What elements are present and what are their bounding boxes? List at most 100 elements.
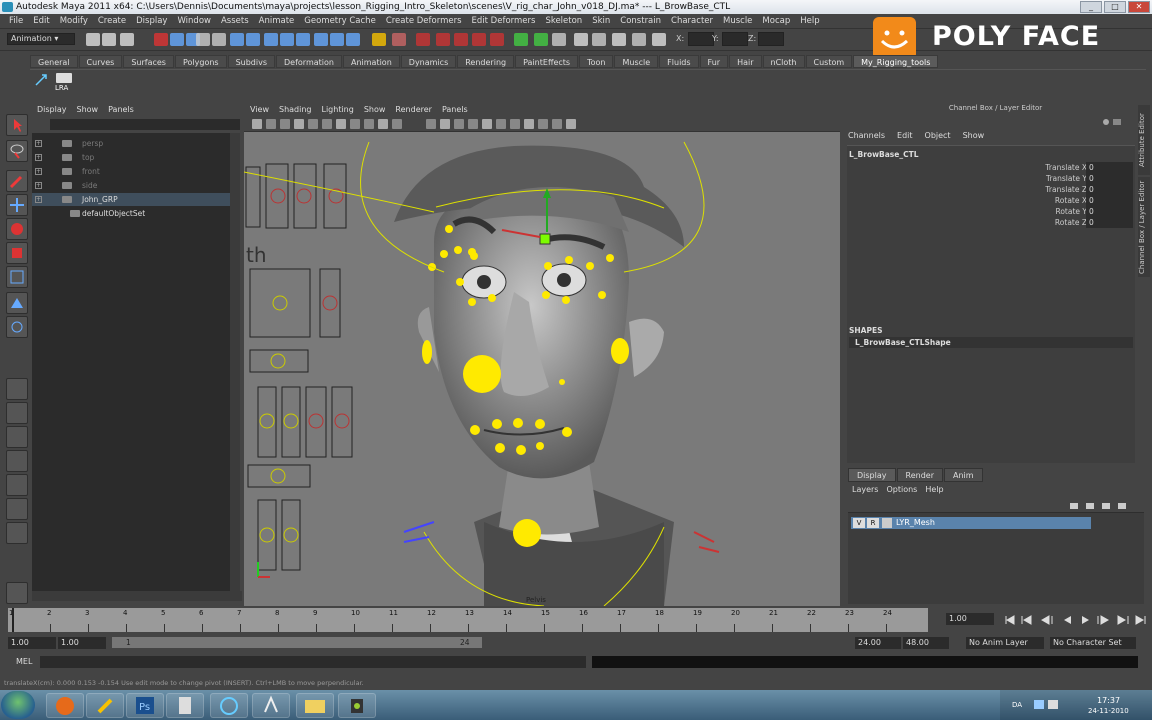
current-frame-field[interactable]: 1.00 — [946, 613, 994, 625]
expand-icon[interactable]: + — [35, 182, 42, 189]
cheek-control-left[interactable] — [422, 340, 432, 364]
menu-window[interactable]: Window — [172, 16, 216, 26]
status-tool-icon[interactable] — [330, 33, 344, 46]
status-tool-icon[interactable] — [552, 33, 566, 46]
menu-constrain[interactable]: Constrain — [615, 16, 666, 26]
shelf-tab-rendering[interactable]: Rendering — [457, 55, 515, 68]
shelf-tab-fur[interactable]: Fur — [699, 55, 729, 68]
status-tool-icon[interactable] — [246, 33, 260, 46]
viewport-tool-icon[interactable] — [440, 119, 450, 129]
status-tool-icon[interactable] — [472, 33, 486, 46]
tab-channel-box[interactable]: Channel Box / Layer Editor — [1138, 177, 1150, 277]
menu-display[interactable]: Display — [131, 16, 172, 26]
soft-mod-icon[interactable] — [6, 292, 28, 314]
cheek-control-right[interactable] — [611, 338, 629, 364]
clock-time[interactable]: 17:37 — [1097, 696, 1120, 705]
start-time-field[interactable]: 1.00 — [8, 637, 56, 649]
layer-tab-display[interactable]: Display — [848, 468, 896, 482]
viewport-tool-icon[interactable] — [378, 119, 388, 129]
layer-create-icons[interactable] — [1068, 500, 1128, 512]
outliner-item[interactable]: + John_GRP — [32, 193, 230, 206]
viewport-tool-icon[interactable] — [482, 119, 492, 129]
status-tool-icon[interactable] — [514, 33, 528, 46]
status-tool-icon[interactable] — [154, 33, 168, 46]
attribute-row[interactable]: Translate Y0 — [847, 173, 1135, 184]
minimize-button[interactable]: _ — [1080, 1, 1102, 13]
outliner-menu-panels[interactable]: Panels — [108, 103, 134, 116]
outliner-hscrollbar[interactable] — [32, 591, 242, 601]
menu-create-deformers[interactable]: Create Deformers — [381, 16, 467, 26]
shelf-tab-polygons[interactable]: Polygons — [174, 55, 227, 68]
shelf-tab-fluids[interactable]: Fluids — [659, 55, 699, 68]
status-tool-icon[interactable] — [574, 33, 588, 46]
shelf-tab-custom[interactable]: Custom — [805, 55, 853, 68]
tray-volume-icon[interactable] — [1048, 700, 1058, 709]
playback-end-field[interactable]: 24.00 — [855, 637, 901, 649]
time-slider[interactable]: 123456789101112131415161718192021222324 — [8, 608, 928, 632]
scale-tool-icon[interactable] — [6, 242, 28, 264]
maximize-button[interactable]: □ — [1104, 1, 1126, 13]
viewport-tool-icon[interactable] — [524, 119, 534, 129]
tab-attribute-editor[interactable]: Attribute Editor — [1138, 105, 1150, 175]
tablet-app-icon[interactable] — [166, 693, 204, 718]
outliner-filter-field[interactable] — [50, 119, 240, 130]
lra-icon[interactable] — [56, 73, 72, 83]
channel-menu-show[interactable]: Show — [963, 131, 985, 140]
menu-mocap[interactable]: Mocap — [757, 16, 795, 26]
x-field[interactable] — [688, 32, 714, 46]
layer-menu-options[interactable]: Options — [886, 485, 917, 494]
menu-geometry-cache[interactable]: Geometry Cache — [299, 16, 381, 26]
outliner-item[interactable]: + top — [32, 151, 230, 164]
outliner-menu-show[interactable]: Show — [77, 103, 99, 116]
menu-skin[interactable]: Skin — [587, 16, 615, 26]
layer-tab-anim[interactable]: Anim — [943, 468, 983, 482]
clock-date[interactable]: 24-11-2010 — [1088, 707, 1129, 715]
shelf-tab-dynamics[interactable]: Dynamics — [400, 55, 457, 68]
viewport-menu-view[interactable]: View — [250, 103, 269, 116]
attribute-row[interactable]: Rotate Z0 — [847, 217, 1135, 228]
viewport-tool-icon[interactable] — [496, 119, 506, 129]
outliner-item[interactable]: + front — [32, 165, 230, 178]
show-manip-icon[interactable] — [6, 316, 28, 338]
layer-row[interactable]: V R LYR_Mesh — [851, 517, 1091, 529]
range-slider[interactable]: 1 24 — [112, 637, 482, 648]
viewport-tool-icon[interactable] — [322, 119, 332, 129]
menu-modify[interactable]: Modify — [55, 16, 93, 26]
status-tool-icon[interactable] — [346, 33, 360, 46]
shelf-tab-curves[interactable]: Curves — [78, 55, 123, 68]
shelf-tab-surfaces[interactable]: Surfaces — [123, 55, 174, 68]
photoshop-icon[interactable]: Ps — [126, 693, 164, 718]
shelf-tab-deformation[interactable]: Deformation — [276, 55, 342, 68]
attribute-row[interactable]: Translate Z0 — [847, 184, 1135, 195]
maya-task-icon[interactable] — [210, 693, 248, 718]
menu-edit[interactable]: Edit — [28, 16, 54, 26]
viewport-tool-icon[interactable] — [336, 119, 346, 129]
anim-layer-dropdown[interactable]: No Anim Layer — [966, 637, 1044, 649]
viewport-menu-show[interactable]: Show — [364, 103, 386, 116]
menu-muscle[interactable]: Muscle — [718, 16, 757, 26]
viewport-tool-icon[interactable] — [280, 119, 290, 129]
select-tool-icon[interactable] — [6, 114, 28, 136]
layer-menu-help[interactable]: Help — [925, 485, 943, 494]
sketch-tool-icon[interactable] — [86, 693, 124, 718]
status-tool-icon[interactable] — [264, 33, 278, 46]
attribute-row[interactable]: Rotate Y0 — [847, 206, 1135, 217]
layout-four-icon[interactable] — [6, 402, 28, 424]
character-set-dropdown[interactable]: No Character Set — [1050, 637, 1136, 649]
shelf-tab-general[interactable]: General — [30, 55, 78, 68]
attribute-value[interactable]: 0 — [1086, 217, 1133, 228]
viewport-menu-renderer[interactable]: Renderer — [395, 103, 432, 116]
viewport-tool-icon[interactable] — [468, 119, 478, 129]
outliner-menu-display[interactable]: Display — [37, 103, 67, 116]
attribute-value[interactable]: 0 — [1086, 206, 1133, 217]
end-time-field[interactable]: 48.00 — [903, 637, 949, 649]
status-tool-icon[interactable] — [612, 33, 626, 46]
outliner-item[interactable]: defaultObjectSet — [32, 207, 230, 220]
shelf-tab-muscle[interactable]: Muscle — [614, 55, 659, 68]
attribute-value[interactable]: 0 — [1086, 184, 1133, 195]
viewport-menu-panels[interactable]: Panels — [442, 103, 468, 116]
status-tool-icon[interactable] — [196, 33, 210, 46]
status-tool-icon[interactable] — [652, 33, 666, 46]
status-tool-icon[interactable] — [436, 33, 450, 46]
expand-icon[interactable]: + — [35, 196, 42, 203]
